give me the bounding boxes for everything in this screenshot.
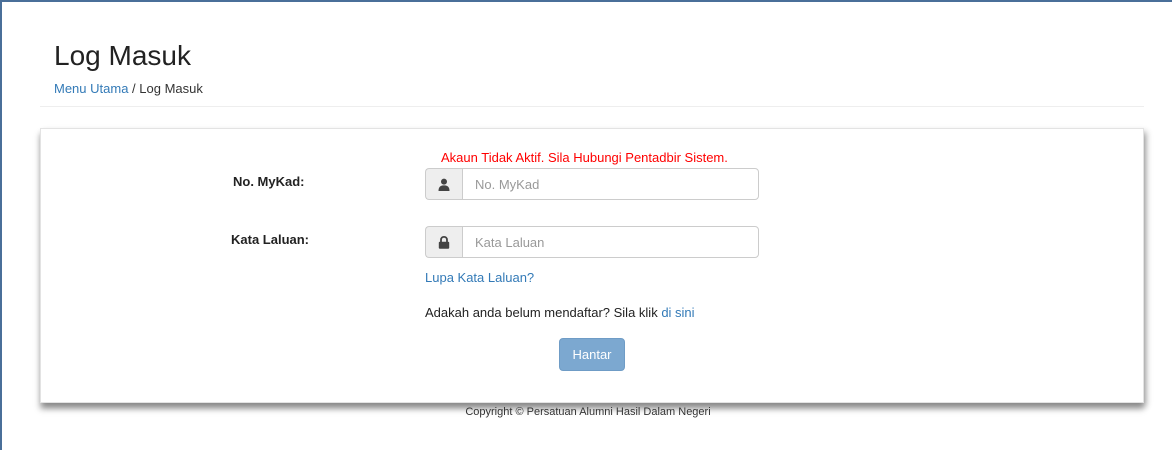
forgot-password-link[interactable]: Lupa Kata Laluan? xyxy=(425,270,534,285)
user-icon xyxy=(425,168,462,200)
mykad-input-group xyxy=(425,168,759,200)
breadcrumb-separator: / xyxy=(128,81,140,96)
password-input[interactable] xyxy=(462,226,759,258)
page-title: Log Masuk xyxy=(54,40,191,71)
login-panel: Akaun Tidak Aktif. Sila Hubungi Pentadbi… xyxy=(40,128,1144,403)
error-message: Akaun Tidak Aktif. Sila Hubungi Pentadbi… xyxy=(441,150,728,165)
page-header: Log Masuk Menu Utama / Log Masuk xyxy=(40,40,1144,107)
mykad-input[interactable] xyxy=(462,168,759,200)
breadcrumb-current: Log Masuk xyxy=(139,81,203,96)
register-prompt: Adakah anda belum mendaftar? Sila klik d… xyxy=(425,305,695,320)
footer-copyright: Copyright © Persatuan Alumni Hasil Dalam… xyxy=(465,406,711,418)
password-label: Kata Laluan: xyxy=(231,232,310,247)
breadcrumb-home-link[interactable]: Menu Utama xyxy=(54,81,128,96)
breadcrumb: Menu Utama / Log Masuk xyxy=(54,81,203,97)
register-link[interactable]: di sini xyxy=(661,305,694,320)
password-input-group xyxy=(425,226,759,258)
mykad-label: No. MyKad: xyxy=(233,174,305,189)
register-prompt-text: Adakah anda belum mendaftar? Sila klik xyxy=(425,305,662,320)
submit-button[interactable]: Hantar xyxy=(559,338,625,371)
lock-icon xyxy=(425,226,462,258)
